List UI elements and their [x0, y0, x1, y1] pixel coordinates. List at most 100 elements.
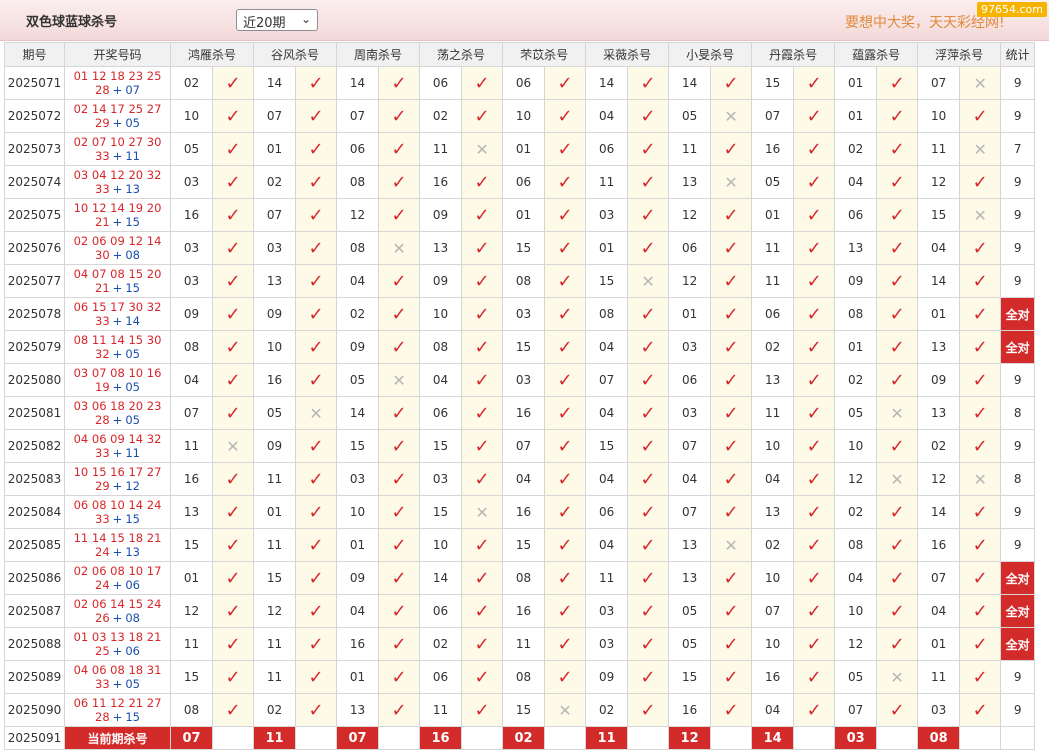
blue-ball: 05 — [125, 413, 140, 427]
kill-number: 11 — [170, 429, 213, 463]
check-icon: ✓ — [557, 600, 573, 622]
stat-cell: 9 — [1000, 660, 1036, 694]
table-row: 2025083 10 15 16 17 27 29 +12 16 ✓ 11 ✓ 03 ✓ 03 ✓ 04… — [4, 462, 1036, 496]
kill-number: 08 — [170, 693, 213, 727]
plus-sign: + — [112, 380, 123, 394]
result-mark-cell: ✓ — [627, 363, 670, 397]
check-icon: ✓ — [806, 105, 822, 127]
issue-cell: 2025084 — [4, 495, 65, 529]
check-icon: ✓ — [972, 699, 988, 721]
result-mark-cell: ✕ — [295, 396, 338, 430]
check-icon: ✓ — [889, 600, 905, 622]
kill-number: 09 — [917, 363, 961, 397]
check-icon: ✓ — [474, 402, 490, 424]
result-mark-cell: ✕ — [959, 132, 1002, 166]
kill-number: 04 — [834, 561, 878, 595]
result-mark-cell: ✕ — [627, 264, 670, 298]
result-mark-cell: ✓ — [710, 66, 753, 100]
kill-number: 08 — [834, 528, 878, 562]
red-ball-last: 32 — [95, 347, 110, 361]
result-mark-cell: ✓ — [627, 462, 670, 496]
kill-number: 02 — [834, 363, 878, 397]
blue-ball: 05 — [125, 347, 140, 361]
table-row: 2025074 03 04 12 20 32 33 +13 03 ✓ 02 ✓ 08 ✓ 16 ✓ 06… — [4, 165, 1036, 199]
kill-number: 16 — [336, 627, 380, 661]
issue-cell: 2025073 — [4, 132, 65, 166]
stat-cell: 8 — [1000, 462, 1036, 496]
result-mark-cell: ✓ — [876, 495, 919, 529]
blue-ball: 05 — [125, 116, 140, 130]
kill-number: 04 — [585, 396, 629, 430]
current-kill-number: 07 — [170, 726, 213, 750]
check-icon: ✓ — [225, 237, 241, 259]
kill-number: 03 — [668, 396, 712, 430]
result-mark-cell: ✓ — [710, 396, 753, 430]
red-balls: 01 12 18 23 25 — [73, 69, 162, 83]
check-icon: ✓ — [308, 501, 324, 523]
header-row: 期号 开奖号码 鸿雁杀号 谷风杀号 周南杀号 荡之杀号 芣苡杀号 采薇杀号 小旻杀号 丹霞杀号 蕴露… — [4, 42, 1036, 67]
check-icon: ✓ — [391, 171, 407, 193]
period-select[interactable]: 近20期 ⌄ — [236, 9, 318, 31]
kill-number: 01 — [502, 198, 546, 232]
issue-cell: 2025085 — [4, 528, 65, 562]
check-icon: ✓ — [889, 303, 905, 325]
result-mark-cell: ✓ — [793, 231, 836, 265]
blue-ball: 06 — [125, 644, 140, 658]
red-balls: 02 06 14 15 24 — [73, 597, 162, 611]
result-mark-cell: ✓ — [793, 594, 836, 628]
empty-cell — [211, 726, 255, 750]
plus-sign: + — [112, 611, 123, 625]
kill-number: 16 — [751, 132, 795, 166]
result-mark-cell: ✓ — [378, 693, 421, 727]
result-mark-cell: ✓ — [211, 528, 255, 562]
kill-number: 09 — [336, 561, 380, 595]
check-icon: ✓ — [972, 633, 988, 655]
result-mark-cell: ✓ — [959, 264, 1002, 298]
result-mark-cell: ✓ — [378, 297, 421, 331]
kill-number: 08 — [834, 297, 878, 331]
check-icon: ✓ — [806, 534, 822, 556]
current-row: 2025091 当前期杀号 07 11 07 16 02 11 12 14 03 08 — [4, 726, 1036, 750]
check-icon: ✓ — [557, 501, 573, 523]
result-mark-cell: ✓ — [876, 330, 919, 364]
kill-number: 04 — [336, 264, 380, 298]
kill-number: 07 — [668, 429, 712, 463]
kill-number: 12 — [917, 165, 961, 199]
check-icon: ✓ — [557, 402, 573, 424]
kill-number: 07 — [502, 429, 546, 463]
draw-numbers-cell: 04 06 08 18 31 33 +05 — [64, 660, 171, 694]
result-mark-cell: ✓ — [710, 363, 753, 397]
column-header: 开奖号码 — [64, 42, 171, 67]
check-icon: ✓ — [806, 138, 822, 160]
result-mark-cell: ✓ — [461, 462, 504, 496]
result-mark-cell: ✓ — [378, 528, 421, 562]
result-mark-cell: ✓ — [627, 330, 670, 364]
result-mark-cell: ✓ — [959, 561, 1002, 595]
check-icon: ✓ — [474, 567, 490, 589]
check-icon: ✓ — [391, 402, 407, 424]
kill-number: 08 — [502, 660, 546, 694]
kill-number: 06 — [419, 660, 463, 694]
result-mark-cell: ✓ — [710, 264, 753, 298]
check-icon: ✓ — [391, 105, 407, 127]
check-icon: ✓ — [972, 666, 988, 688]
column-header: 丹霞杀号 — [751, 42, 836, 67]
result-mark-cell: ✓ — [211, 363, 255, 397]
check-icon: ✓ — [391, 435, 407, 457]
plus-sign: + — [112, 116, 123, 130]
kill-number: 01 — [834, 330, 878, 364]
result-mark-cell: ✓ — [959, 330, 1002, 364]
check-icon: ✓ — [640, 171, 656, 193]
kill-number: 05 — [834, 660, 878, 694]
red-ball-last: 33 — [95, 149, 110, 163]
kill-number: 16 — [502, 594, 546, 628]
check-icon: ✓ — [640, 237, 656, 259]
column-header: 浮萍杀号 — [917, 42, 1002, 67]
result-mark-cell: ✓ — [710, 231, 753, 265]
kill-number: 03 — [668, 330, 712, 364]
check-icon: ✓ — [889, 204, 905, 226]
kill-number: 08 — [336, 165, 380, 199]
check-icon: ✓ — [391, 666, 407, 688]
result-mark-cell: ✓ — [959, 429, 1002, 463]
red-balls: 04 06 08 18 31 — [73, 663, 162, 677]
